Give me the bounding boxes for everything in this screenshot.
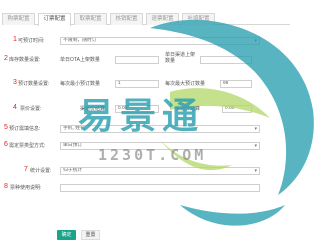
ticket-type-mode-label: 需定票类型方式:	[9, 143, 46, 149]
channel-price-label-a: 渠道价结算	[80, 106, 106, 112]
usage-instructions-label: 票种使用说明:	[10, 185, 42, 191]
daily-ota-stock-input[interactable]	[115, 56, 159, 64]
min-booking-qty-label: 每次最小预订数量	[60, 81, 101, 87]
statistics-setting-label: 统计设置:	[30, 168, 52, 174]
tab-pickup-config[interactable]: 取票配置	[74, 13, 107, 25]
required-info-select[interactable]: 手机, 姓名	[60, 125, 260, 133]
channel-price-input-a[interactable]: 0.00	[115, 105, 159, 113]
tab-supplement-config[interactable]: 补填配置	[182, 13, 215, 25]
confirm-button[interactable]: 确定	[57, 230, 76, 240]
step-number-3: 3	[13, 79, 17, 86]
bookable-time-select[interactable]: 不限制，随时订	[60, 37, 260, 45]
step-number-7: 7	[24, 166, 28, 173]
stock-setting-label: 库存数量设置:	[9, 57, 41, 63]
required-info-label: 预订需填信息:	[9, 126, 41, 132]
daily-channel-stock-input[interactable]	[200, 56, 252, 64]
step-number-4: 4	[13, 104, 17, 111]
bookable-time-label: 可预订时间:	[18, 38, 45, 44]
step-number-8: 8	[4, 183, 8, 190]
max-booking-qty-label: 每次最大预订数量	[165, 81, 206, 87]
daily-ota-stock-label: 单日OTA上架数量	[60, 57, 100, 63]
ticket-type-mode-select[interactable]: 单日预订	[60, 142, 260, 150]
tab-refund-config[interactable]: 退票配置	[146, 13, 179, 25]
tab-booking-config[interactable]: 订票配置	[38, 13, 71, 26]
step-number-6: 6	[4, 141, 8, 148]
config-tabs: 购票配置 订票配置 取票配置 核销配置 退票配置 补填配置	[2, 13, 290, 26]
booking-qty-label: 预订数量设置:	[18, 81, 50, 87]
statistics-setting-select[interactable]: 归于统计	[60, 167, 260, 175]
tab-verify-config[interactable]: 核销配置	[110, 13, 143, 25]
min-booking-qty-input[interactable]: 1	[115, 80, 159, 88]
step-number-1: 1	[13, 36, 17, 43]
max-booking-qty-input[interactable]: 99	[220, 80, 252, 88]
step-number-5: 5	[4, 124, 8, 131]
tab-purchase-config[interactable]: 购票配置	[2, 13, 35, 25]
step-number-2: 2	[4, 55, 8, 62]
watermark-globe-icon	[150, 19, 314, 226]
channel-price-input-b[interactable]: 0.00	[222, 105, 252, 113]
daily-channel-stock-label: 单日渠道上架数量	[165, 52, 196, 64]
price-setting-label: 票价设置:	[20, 106, 42, 112]
reset-button[interactable]: 重置	[81, 230, 100, 240]
channel-price-label-b: 渠道价结算	[175, 106, 201, 112]
usage-instructions-input[interactable]	[60, 184, 260, 192]
